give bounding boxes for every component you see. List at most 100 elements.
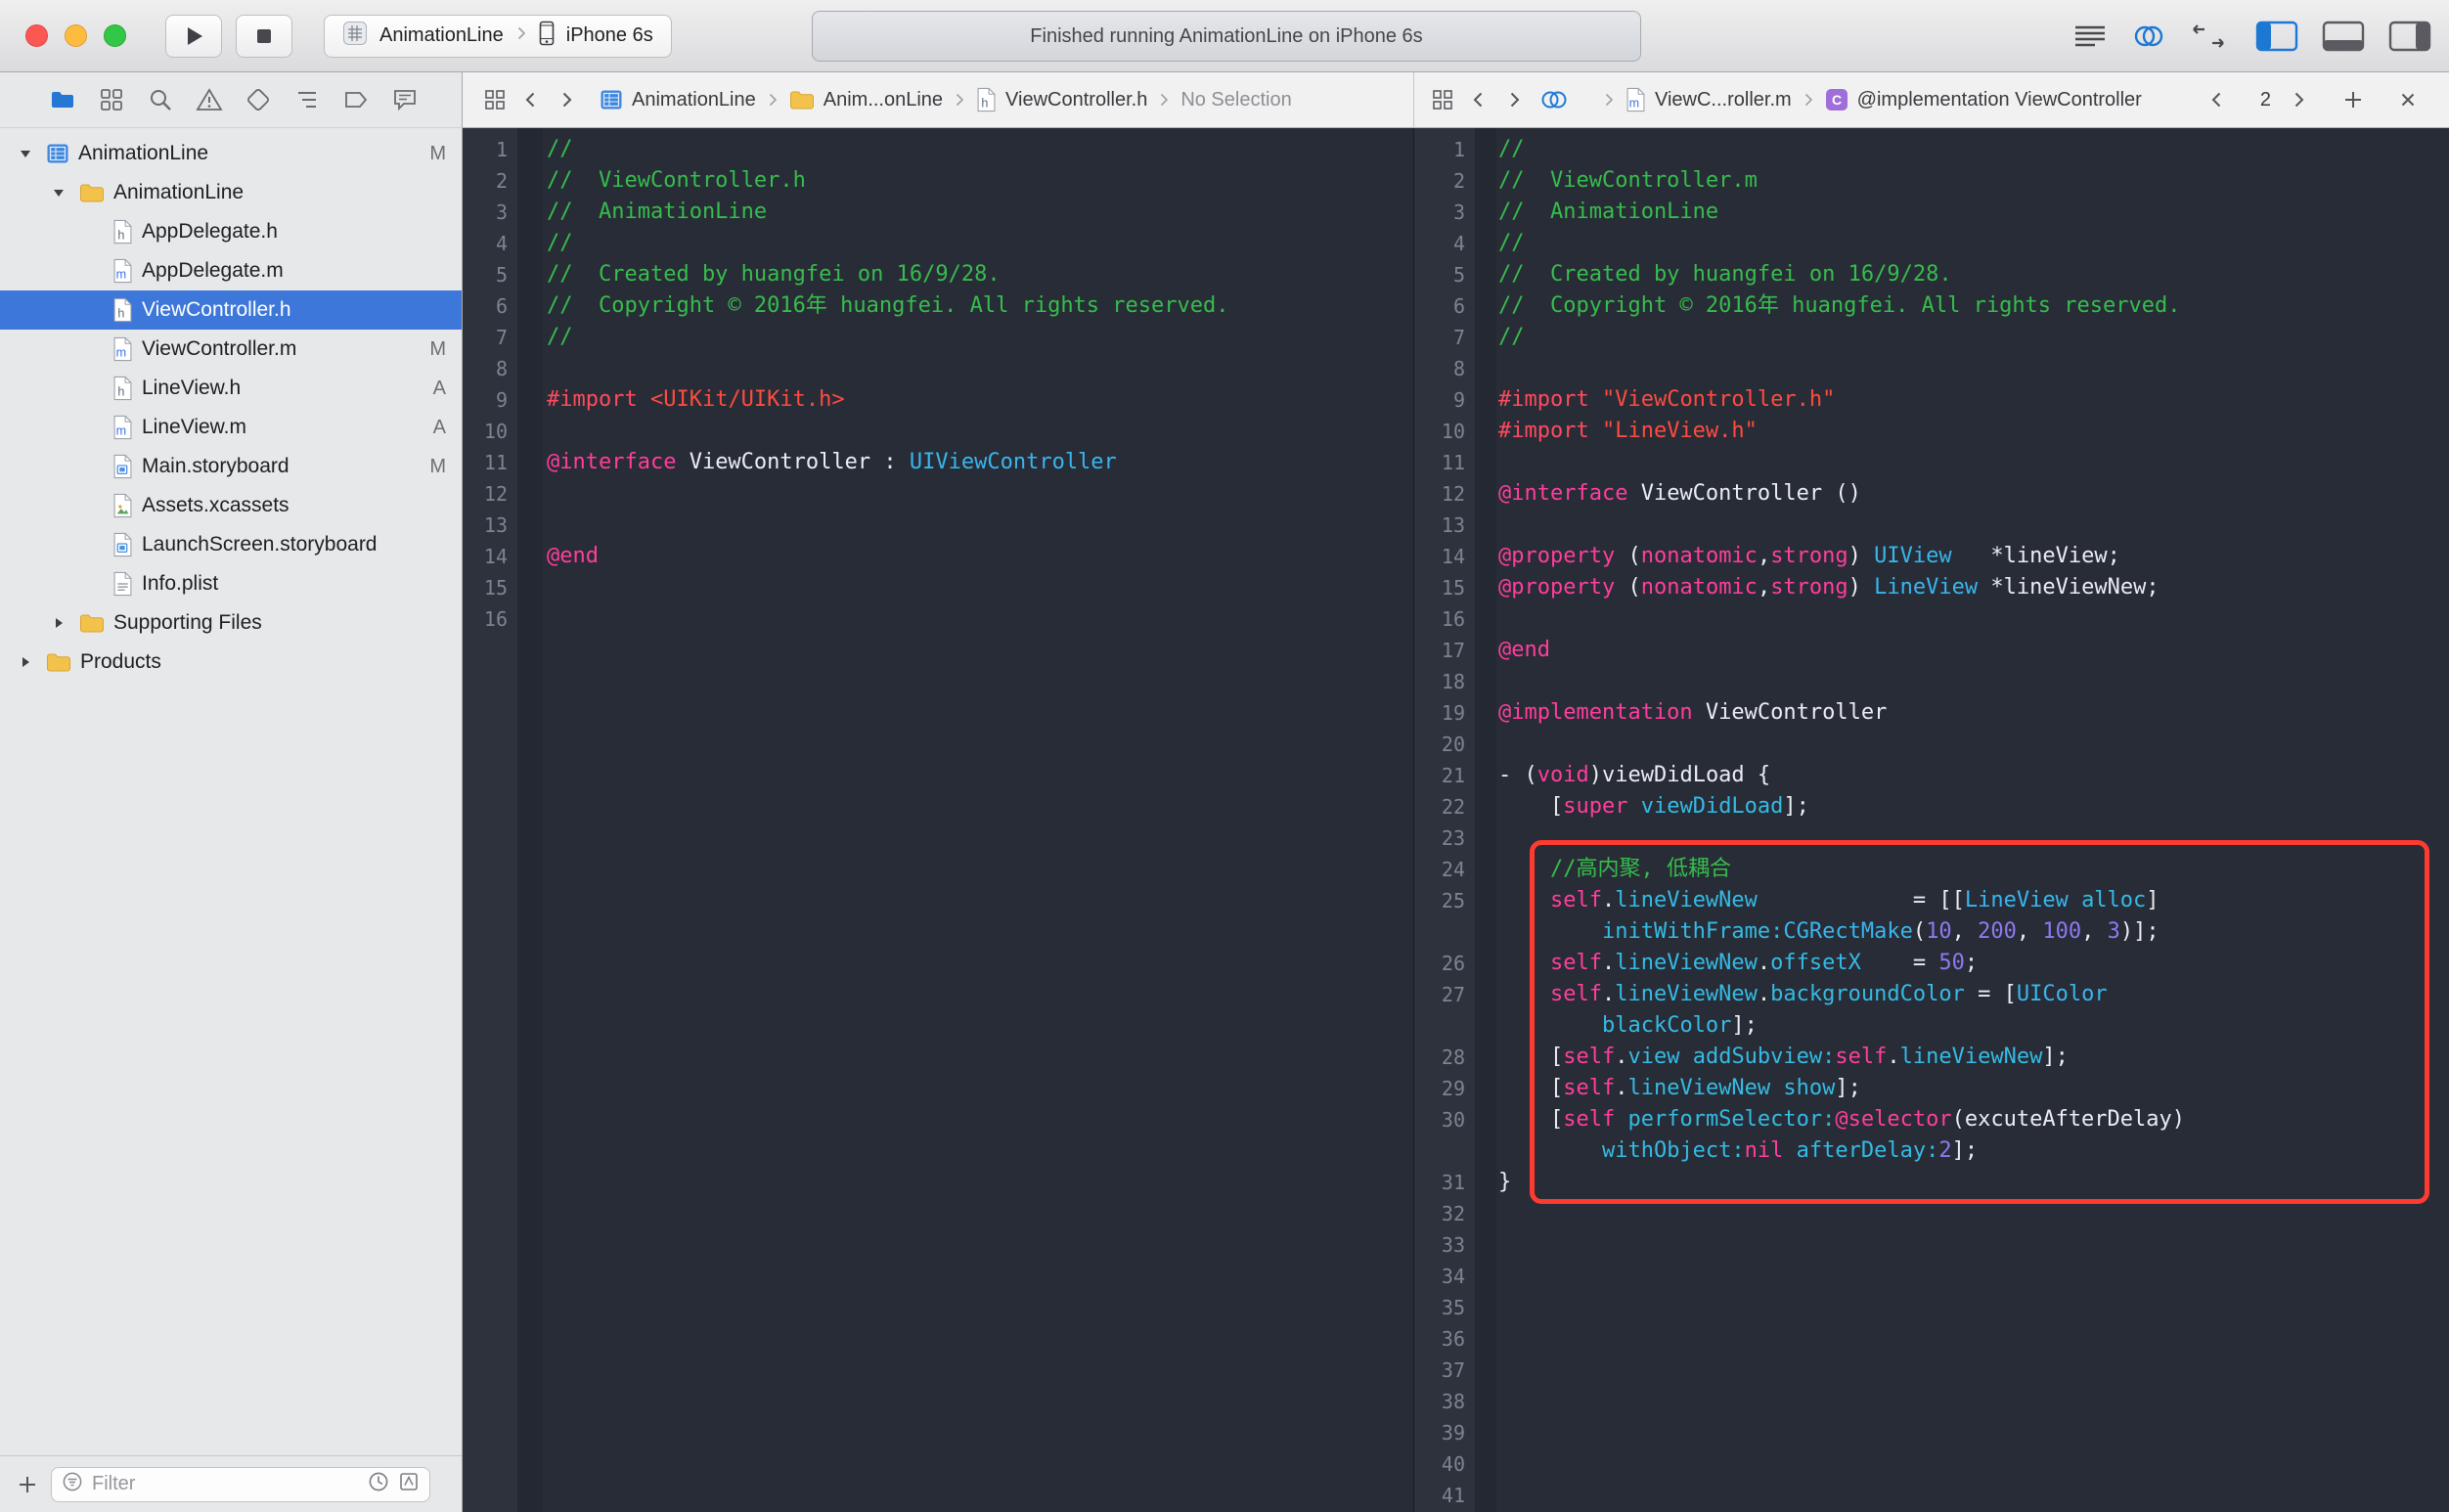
line-number: 7 <box>1452 326 1465 349</box>
folder-icon <box>789 90 815 111</box>
standard-editor-button[interactable] <box>2073 24 2107 48</box>
run-button[interactable] <box>165 14 222 58</box>
nav-symbol-button[interactable] <box>98 86 125 113</box>
svg-text:h: h <box>981 96 988 110</box>
app-icon <box>342 21 368 46</box>
forward-button[interactable] <box>1504 90 1524 110</box>
minimize-window-button[interactable] <box>65 24 87 47</box>
nav-find-button[interactable] <box>147 86 174 113</box>
tree-item-AnimationLine[interactable]: AnimationLine M <box>0 134 462 173</box>
tree-item-AppDelegate.h[interactable]: h AppDelegate.h <box>0 212 462 251</box>
close-window-button[interactable] <box>25 24 48 47</box>
nav-report-button[interactable] <box>391 86 419 113</box>
line-number <box>1414 1135 1465 1167</box>
scm-status-button[interactable] <box>398 1471 420 1498</box>
breadcrumb-item[interactable]: C @implementation ViewController <box>1825 88 2142 111</box>
code-line: 1// <box>1414 134 2449 165</box>
nav-issue-button[interactable] <box>196 86 223 113</box>
stop-icon <box>254 26 274 46</box>
status-badge: M <box>429 337 446 360</box>
code-line: 5// Created by huangfei on 16/9/28. <box>463 259 1413 290</box>
svg-text:m: m <box>1629 96 1640 110</box>
code-line: 41 <box>1414 1480 2449 1511</box>
line-number: 41 <box>1441 1484 1465 1507</box>
nav-breakpoint-button[interactable] <box>342 86 370 113</box>
filter-field[interactable]: Filter <box>51 1466 430 1502</box>
tree-item-AnimationLine[interactable]: AnimationLine <box>0 173 462 212</box>
add-file-button[interactable] <box>16 1473 39 1496</box>
version-editor-button[interactable] <box>2191 24 2226 48</box>
tree-item-LaunchScreen.storyboard[interactable]: LaunchScreen.storyboard <box>0 525 462 564</box>
code-line: 33 <box>1414 1229 2449 1261</box>
window-controls <box>25 24 126 47</box>
code-line: 1// <box>463 134 1413 165</box>
code-line: 22 [super viewDidLoad]; <box>1414 791 2449 823</box>
assistant-editor-button[interactable] <box>2130 24 2167 48</box>
breadcrumb-item[interactable]: h ViewController.h <box>976 87 1147 112</box>
line-number: 3 <box>1452 200 1465 224</box>
breadcrumb-separator-icon <box>1158 90 1170 110</box>
tree-item-LineView.m[interactable]: m LineView.m A <box>0 408 462 447</box>
tree-item-ViewController.m[interactable]: m ViewController.m M <box>0 330 462 369</box>
nav-project-button[interactable] <box>49 86 76 113</box>
scheme-selector[interactable]: AnimationLine iPhone 6s <box>324 14 672 58</box>
utilities-panel-button[interactable] <box>2388 21 2431 52</box>
zoom-window-button[interactable] <box>104 24 126 47</box>
code-line: 3// AnimationLine <box>463 197 1413 228</box>
toolbar: AnimationLine iPhone 6s Finished running… <box>0 0 2449 72</box>
back-button[interactable] <box>521 90 541 110</box>
next-counterpart-button[interactable] <box>2289 90 2308 110</box>
tree-item-Assets.xcassets[interactable]: Assets.xcassets <box>0 486 462 525</box>
tree-item-AppDelegate.m[interactable]: m AppDelegate.m <box>0 251 462 290</box>
line-number: 11 <box>1441 451 1465 474</box>
tree-item-Info.plist[interactable]: Info.plist <box>0 564 462 603</box>
breadcrumb-item[interactable]: No Selection <box>1180 89 1291 111</box>
breadcrumb-item[interactable]: AnimationLine <box>600 88 756 111</box>
close-assistant-editor-button[interactable] <box>2398 90 2418 110</box>
tree-item-LineView.h[interactable]: h LineView.h A <box>0 369 462 408</box>
breadcrumb-item[interactable]: Anim...onLine <box>789 89 943 111</box>
tree-item-ViewController.h[interactable]: h ViewController.h <box>0 290 462 330</box>
source-editor-assistant[interactable]: 1//2// ViewController.m 3// AnimationLine… <box>1413 128 2449 1512</box>
stop-button[interactable] <box>236 14 292 58</box>
forward-button[interactable] <box>557 90 576 110</box>
chevron-right-icon <box>1504 90 1524 110</box>
line-number: 37 <box>1441 1358 1465 1382</box>
related-items-button[interactable] <box>1432 89 1453 111</box>
code-line: 6// Copyright © 2016年 huangfei. All righ… <box>463 290 1413 322</box>
counterparts-button[interactable] <box>1539 89 1569 111</box>
code-line: 16 <box>1414 603 2449 635</box>
chevron-left-icon <box>1469 90 1489 110</box>
svg-text:h: h <box>117 228 124 242</box>
folder-icon <box>46 652 71 673</box>
line-number: 3 <box>495 200 508 224</box>
source-editor-primary[interactable]: 1//2// ViewController.h 3// AnimationLine… <box>463 128 1413 1512</box>
svg-text:h: h <box>117 384 124 398</box>
related-items-button[interactable] <box>484 89 506 111</box>
nav-test-button[interactable] <box>245 86 272 113</box>
back-button[interactable] <box>1469 90 1489 110</box>
tree-item-Supporting-Files[interactable]: Supporting Files <box>0 603 462 643</box>
line-number: 13 <box>483 513 508 537</box>
line-number: 9 <box>1452 388 1465 412</box>
nav-debug-button[interactable] <box>293 86 321 113</box>
navigator-panel-button[interactable] <box>2255 21 2298 52</box>
add-assistant-editor-button[interactable] <box>2341 88 2365 111</box>
previous-counterpart-button[interactable] <box>2207 90 2227 110</box>
file-name: Main.storyboard <box>142 455 289 477</box>
line-number: 17 <box>1441 639 1465 662</box>
tree-item-Products[interactable]: Products <box>0 643 462 682</box>
related-items-icon <box>484 89 506 111</box>
line-number: 6 <box>495 294 508 318</box>
file-name: Assets.xcassets <box>142 494 289 516</box>
file-name: AppDelegate.m <box>142 259 284 282</box>
tree-item-Main.storyboard[interactable]: Main.storyboard M <box>0 447 462 486</box>
breadcrumb-item[interactable]: m ViewC...roller.m <box>1625 87 1792 112</box>
recent-files-button[interactable] <box>367 1470 390 1499</box>
file-name: Products <box>80 650 161 673</box>
file-plist-icon <box>112 571 133 597</box>
debug-panel-button[interactable] <box>2322 21 2365 52</box>
line-number: 11 <box>483 451 508 474</box>
project-icon <box>600 88 623 111</box>
code-line: 10 <box>463 416 1413 447</box>
